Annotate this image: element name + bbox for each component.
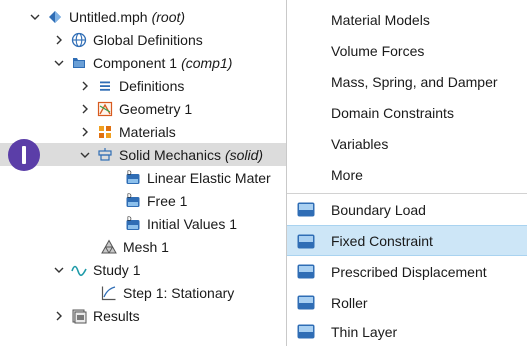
tree-node-label: Mesh 1	[123, 238, 169, 255]
tree-node-label: Geometry 1	[119, 100, 193, 117]
tree-node-label: Materials	[119, 123, 176, 140]
globe-icon	[70, 31, 88, 49]
thin-layer-icon	[297, 324, 315, 339]
menu-item-mass-spring-damper[interactable]: Mass, Spring, and Damper	[287, 66, 527, 97]
tree-node-label: Solid Mechanics	[119, 146, 221, 163]
tree-node-label: Free 1	[147, 192, 188, 209]
tree-node-label: Linear Elastic Mater	[147, 169, 271, 186]
menu-item-label: Domain Constraints	[331, 104, 454, 121]
tree-node-linear-elastic-material[interactable]: D Linear Elastic Mater	[0, 166, 290, 189]
menu-item-label: Boundary Load	[331, 201, 426, 218]
menu-item-boundary-load[interactable]: Boundary Load	[287, 194, 527, 225]
tree-node-label: Step 1: Stationary	[123, 284, 235, 301]
tree-node-component[interactable]: Component 1 (comp1)	[0, 51, 290, 74]
mesh-icon	[100, 238, 118, 256]
tree-node-tag: (solid)	[224, 146, 264, 163]
menu-item-material-models[interactable]: Material Models	[287, 4, 527, 35]
definitions-icon	[96, 77, 114, 95]
domain-feature-icon: D	[124, 169, 142, 187]
menu-item-domain-constraints[interactable]: Domain Constraints	[287, 97, 527, 128]
domain-feature-icon: D	[124, 215, 142, 233]
chevron-right-icon[interactable]	[78, 79, 92, 93]
context-menu: Material Models Volume Forces Mass, Spri…	[286, 0, 527, 346]
tree-node-label: Untitled.mph	[69, 8, 148, 25]
component-icon	[70, 54, 88, 72]
svg-text:D: D	[127, 216, 132, 223]
study-icon	[70, 261, 88, 279]
menu-item-prescribed-displacement[interactable]: Prescribed Displacement	[287, 256, 527, 287]
menu-item-fixed-constraint[interactable]: Fixed Constraint	[287, 225, 527, 256]
menu-item-roller[interactable]: Roller	[287, 287, 527, 318]
materials-icon	[96, 123, 114, 141]
tree-node-solid-mechanics[interactable]: Solid Mechanics (solid)	[0, 143, 290, 166]
domain-feature-icon: D	[124, 192, 142, 210]
tree-node-root[interactable]: Untitled.mph (root)	[0, 5, 290, 28]
menu-item-thin-layer[interactable]: Thin Layer	[287, 316, 527, 346]
menu-item-variables[interactable]: Variables	[287, 128, 527, 159]
menu-item-label: Material Models	[331, 11, 430, 28]
results-icon	[70, 307, 88, 325]
chevron-right-icon[interactable]	[78, 102, 92, 116]
menu-item-label: Prescribed Displacement	[331, 263, 487, 280]
tree-node-tag: (root)	[151, 8, 186, 25]
tree-node-label: Global Definitions	[93, 31, 203, 48]
model-tree: Untitled.mph (root) Global Definitions C…	[0, 0, 290, 346]
menu-item-more[interactable]: More	[287, 159, 527, 190]
tree-node-label: Initial Values 1	[147, 215, 238, 232]
tree-node-label: Definitions	[119, 77, 185, 94]
tree-node-label: Study 1	[93, 261, 141, 278]
fixed-constraint-icon	[297, 234, 315, 249]
prescribed-displacement-icon	[297, 264, 315, 279]
tree-node-label: Component 1	[93, 54, 178, 71]
chevron-right-icon[interactable]	[52, 309, 66, 323]
tree-node-step[interactable]: Step 1: Stationary	[0, 281, 290, 304]
menu-item-label: Mass, Spring, and Damper	[331, 73, 498, 90]
chevron-down-icon[interactable]	[52, 263, 66, 277]
menu-item-label: More	[331, 166, 363, 183]
chevron-down-icon[interactable]	[78, 148, 92, 162]
roller-icon	[297, 295, 315, 310]
menu-item-label: Thin Layer	[331, 323, 398, 340]
tree-node-tag: (comp1)	[181, 54, 233, 71]
tree-node-mesh[interactable]: Mesh 1	[0, 235, 290, 258]
tree-node-study[interactable]: Study 1	[0, 258, 290, 281]
chevron-down-icon[interactable]	[28, 10, 42, 24]
menu-item-label: Variables	[331, 135, 389, 152]
svg-text:D: D	[127, 193, 132, 200]
tree-node-initial-values[interactable]: D Initial Values 1	[0, 212, 290, 235]
tree-node-geometry[interactable]: Geometry 1	[0, 97, 290, 120]
menu-item-label: Fixed Constraint	[331, 232, 433, 249]
model-root-icon	[46, 8, 64, 26]
tree-node-free[interactable]: D Free 1	[0, 189, 290, 212]
step-icon	[100, 284, 118, 302]
chevron-down-icon[interactable]	[52, 56, 66, 70]
tree-node-materials[interactable]: Materials	[0, 120, 290, 143]
step-marker-badge	[8, 139, 40, 171]
chevron-right-icon[interactable]	[52, 33, 66, 47]
tree-node-results[interactable]: Results	[0, 304, 290, 327]
menu-item-label: Volume Forces	[331, 42, 425, 59]
boundary-load-icon	[297, 202, 315, 217]
menu-item-label: Roller	[331, 294, 368, 311]
geometry-icon	[96, 100, 114, 118]
svg-text:D: D	[127, 170, 132, 177]
menu-item-volume-forces[interactable]: Volume Forces	[287, 35, 527, 66]
chevron-right-icon[interactable]	[78, 125, 92, 139]
tree-node-global-definitions[interactable]: Global Definitions	[0, 28, 290, 51]
solid-mechanics-icon	[96, 146, 114, 164]
tree-node-label: Results	[93, 307, 140, 324]
tree-node-definitions[interactable]: Definitions	[0, 74, 290, 97]
